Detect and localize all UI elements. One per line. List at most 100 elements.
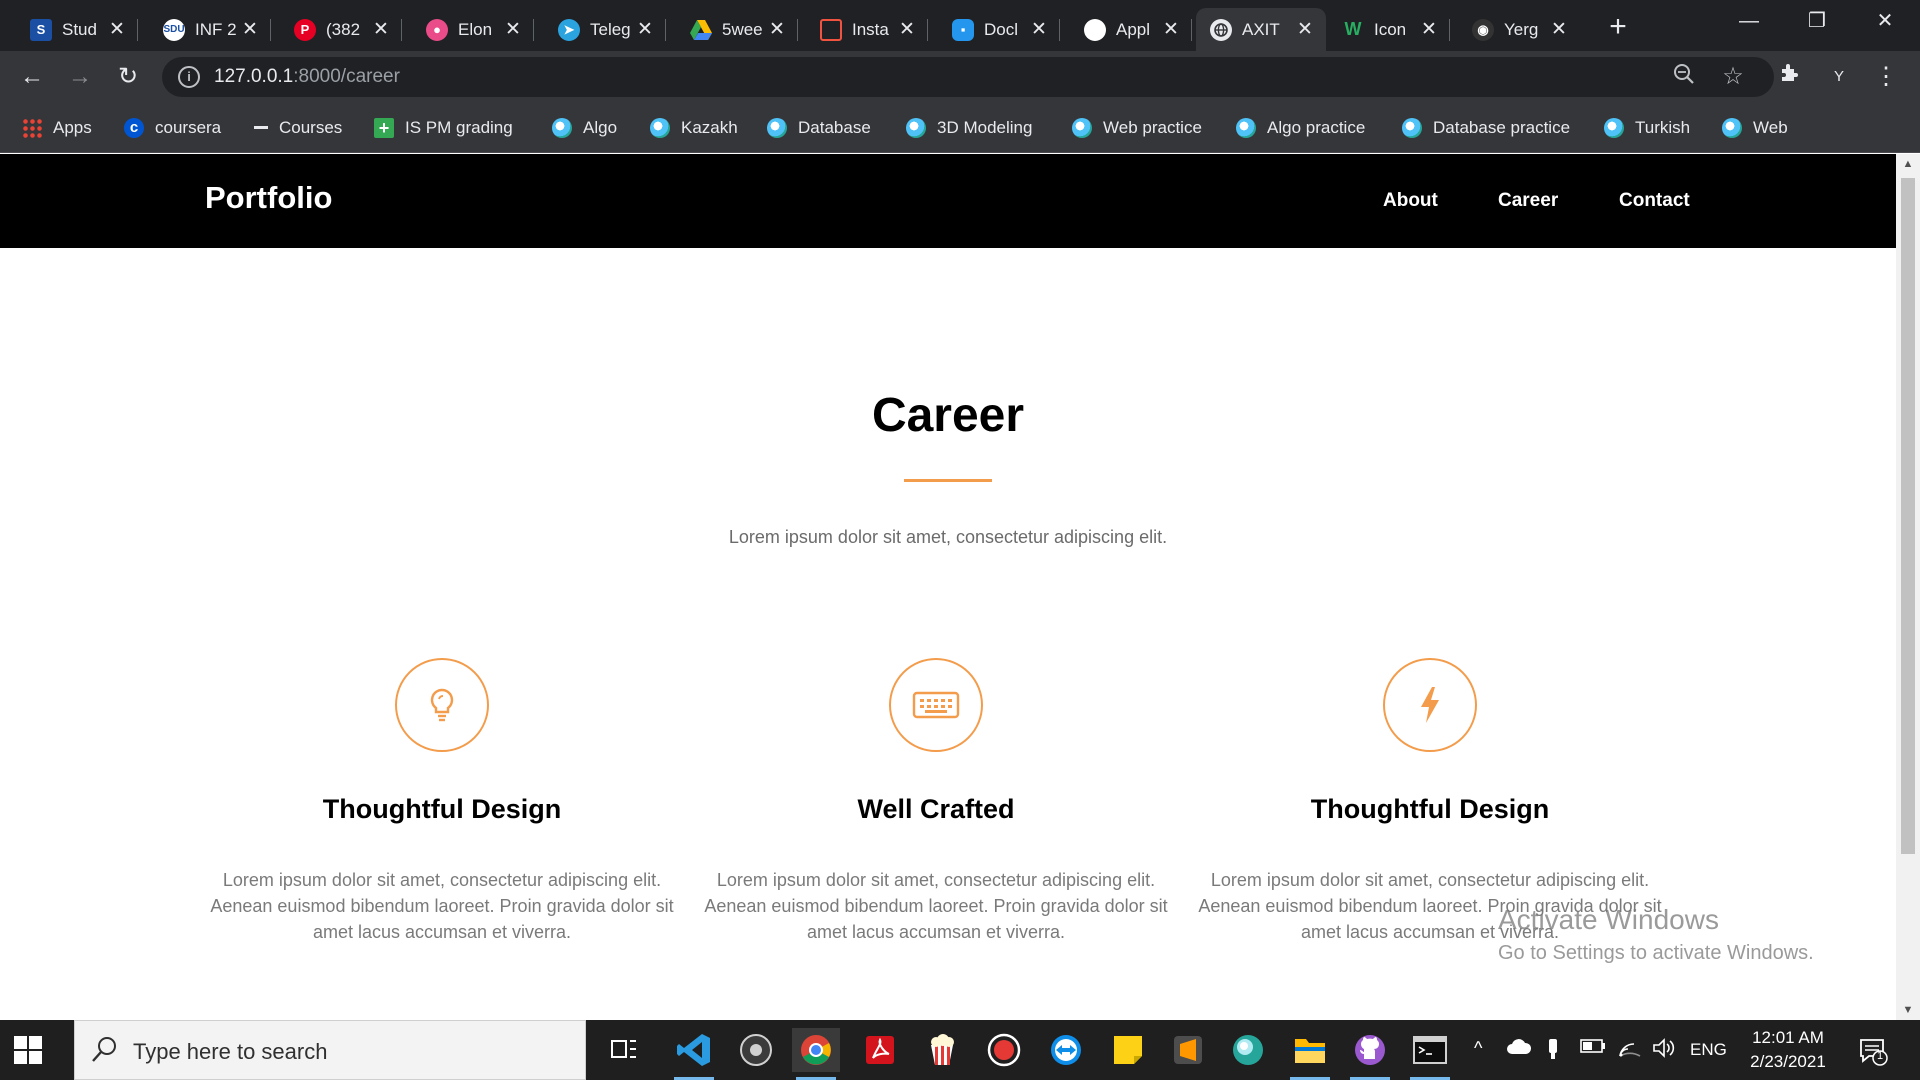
- bookmark-kazakh[interactable]: Kazakh: [650, 114, 738, 142]
- close-icon[interactable]: ✕: [898, 18, 916, 41]
- nav-link-contact[interactable]: Contact: [1619, 190, 1690, 212]
- taskbar-clock[interactable]: 12:01 AM 2/23/2021: [1728, 1026, 1848, 1074]
- new-tab-button[interactable]: +: [1600, 10, 1636, 46]
- menu-kebab-icon[interactable]: ⋮: [1868, 59, 1904, 95]
- bookmark-web[interactable]: Web: [1722, 114, 1788, 142]
- tab-0[interactable]: S Stud ✕: [16, 8, 138, 51]
- task-view-icon[interactable]: [600, 1028, 648, 1072]
- teamviewer-icon[interactable]: [1042, 1028, 1090, 1072]
- bookmark-is-pm-grading[interactable]: + IS PM grading: [374, 114, 513, 142]
- scroll-up-arrow-icon[interactable]: ▲: [1896, 154, 1920, 174]
- globe-icon: [1604, 118, 1624, 138]
- popcorn-time-icon[interactable]: [918, 1028, 966, 1072]
- screen-recorder-icon[interactable]: [980, 1028, 1028, 1072]
- bookmark-algo[interactable]: Algo: [552, 114, 617, 142]
- reload-button[interactable]: ↻: [110, 59, 146, 95]
- bookmark-web-practice[interactable]: Web practice: [1072, 114, 1202, 142]
- tab-title: Elon: [458, 19, 493, 39]
- tab-10[interactable]: W Icon ✕: [1328, 8, 1450, 51]
- globe-icon: [1402, 118, 1422, 138]
- site-brand[interactable]: Portfolio: [205, 180, 332, 216]
- notification-center-icon[interactable]: 1: [1858, 1036, 1888, 1066]
- sticky-notes-icon[interactable]: [1104, 1028, 1152, 1072]
- acrobat-icon[interactable]: [856, 1028, 904, 1072]
- close-icon[interactable]: ✕: [241, 18, 259, 41]
- lightbulb-icon: [395, 658, 489, 752]
- nav-link-career[interactable]: Career: [1498, 190, 1558, 212]
- windows-taskbar: Type here to search ^ ENG 12:01 AM 2/23/…: [0, 1020, 1920, 1080]
- close-icon[interactable]: ✕: [108, 18, 126, 41]
- windows-start-icon[interactable]: [14, 1036, 42, 1064]
- restore-button[interactable]: ❐: [1788, 0, 1846, 44]
- chrome-icon[interactable]: [792, 1028, 840, 1080]
- extensions-icon[interactable]: [1772, 59, 1808, 95]
- bookmark-database-practice[interactable]: Database practice: [1402, 114, 1570, 142]
- close-icon[interactable]: ✕: [636, 18, 654, 41]
- tab-3[interactable]: ● Elon ✕: [412, 8, 534, 51]
- close-icon[interactable]: ✕: [1296, 18, 1314, 41]
- scroll-thumb[interactable]: [1901, 178, 1915, 854]
- onedrive-cloud-icon[interactable]: [1506, 1038, 1532, 1061]
- address-bar[interactable]: i 127.0.0.1:8000/career ☆: [162, 57, 1774, 97]
- close-icon[interactable]: ✕: [1162, 18, 1180, 41]
- profile-avatar[interactable]: Y: [1826, 64, 1852, 90]
- forward-button[interactable]: →: [62, 59, 98, 95]
- vscode-icon[interactable]: [670, 1028, 718, 1080]
- terminal-icon[interactable]: [1406, 1028, 1454, 1080]
- battery-icon[interactable]: [1580, 1038, 1606, 1059]
- wifi-icon[interactable]: [1618, 1038, 1642, 1063]
- globe-icon: [1722, 118, 1742, 138]
- url-text[interactable]: 127.0.0.1:8000/career: [214, 66, 400, 88]
- tab-4[interactable]: ➤ Teleg ✕: [544, 8, 666, 51]
- close-icon[interactable]: ✕: [504, 18, 522, 41]
- close-icon[interactable]: ✕: [1420, 18, 1438, 41]
- close-icon[interactable]: ✕: [372, 18, 390, 41]
- keyboard-icon: [889, 658, 983, 752]
- taskbar-search-box[interactable]: Type here to search: [74, 1020, 586, 1080]
- sheets-plus-icon: +: [374, 118, 394, 138]
- volume-icon[interactable]: [1652, 1038, 1676, 1063]
- tab-11[interactable]: ◉ Yerg ✕: [1458, 8, 1580, 51]
- nav-link-about[interactable]: About: [1383, 190, 1438, 212]
- tab-6[interactable]: Insta ✕: [806, 8, 928, 51]
- globe-icon: [1072, 118, 1092, 138]
- bookmark-apps[interactable]: Apps: [22, 114, 92, 142]
- obs-icon[interactable]: [732, 1028, 780, 1072]
- bookmark-courses[interactable]: Courses: [254, 114, 342, 142]
- watermark-title: Activate Windows: [1498, 904, 1719, 935]
- tab-7[interactable]: ▪ Docl ✕: [938, 8, 1060, 51]
- tab-8[interactable]: Appl ✕: [1070, 8, 1192, 51]
- show-hidden-icons-chevron-icon[interactable]: ^: [1474, 1038, 1482, 1059]
- tab-5[interactable]: 5wee ✕: [676, 8, 798, 51]
- close-window-button[interactable]: ✕: [1856, 0, 1914, 44]
- close-icon[interactable]: ✕: [1550, 18, 1568, 41]
- back-button[interactable]: ←: [14, 59, 50, 95]
- bookmark-3d-modeling[interactable]: 3D Modeling: [906, 114, 1032, 142]
- tab-2[interactable]: P (382 ✕: [280, 8, 402, 51]
- card-title: Thoughtful Design: [1310, 794, 1550, 824]
- site-info-icon[interactable]: i: [178, 66, 200, 88]
- bookmark-database[interactable]: Database: [767, 114, 871, 142]
- page-scrollbar[interactable]: ▲ ▼: [1896, 154, 1920, 1020]
- sublime-text-icon[interactable]: [1164, 1028, 1212, 1072]
- bookmark-star-icon[interactable]: ☆: [1719, 63, 1747, 91]
- bookmark-algo-practice[interactable]: Algo practice: [1236, 114, 1365, 142]
- close-icon[interactable]: ✕: [768, 18, 786, 41]
- zoom-icon[interactable]: [1670, 63, 1698, 91]
- tab-title: AXIT: [1242, 19, 1280, 39]
- tab-title: Icon: [1374, 19, 1407, 39]
- input-language[interactable]: ENG: [1690, 1040, 1727, 1060]
- usb-device-icon[interactable]: [1546, 1038, 1560, 1065]
- close-icon[interactable]: ✕: [1030, 18, 1048, 41]
- scroll-down-arrow-icon[interactable]: ▼: [1896, 1000, 1920, 1020]
- tab-active[interactable]: AXIT ✕: [1196, 8, 1326, 51]
- tab-1[interactable]: SDU INF 2 ✕: [149, 8, 271, 51]
- github-desktop-icon[interactable]: [1346, 1028, 1394, 1080]
- bookmark-turkish[interactable]: Turkish: [1604, 114, 1690, 142]
- app-globe-icon[interactable]: [1224, 1028, 1272, 1072]
- bookmark-coursera[interactable]: c coursera: [124, 114, 221, 142]
- card-text: Lorem ipsum dolor sit amet, consectetur …: [704, 870, 1168, 942]
- file-explorer-icon[interactable]: [1286, 1028, 1334, 1080]
- github-icon: ◉: [1472, 18, 1494, 41]
- minimize-button[interactable]: —: [1720, 0, 1778, 44]
